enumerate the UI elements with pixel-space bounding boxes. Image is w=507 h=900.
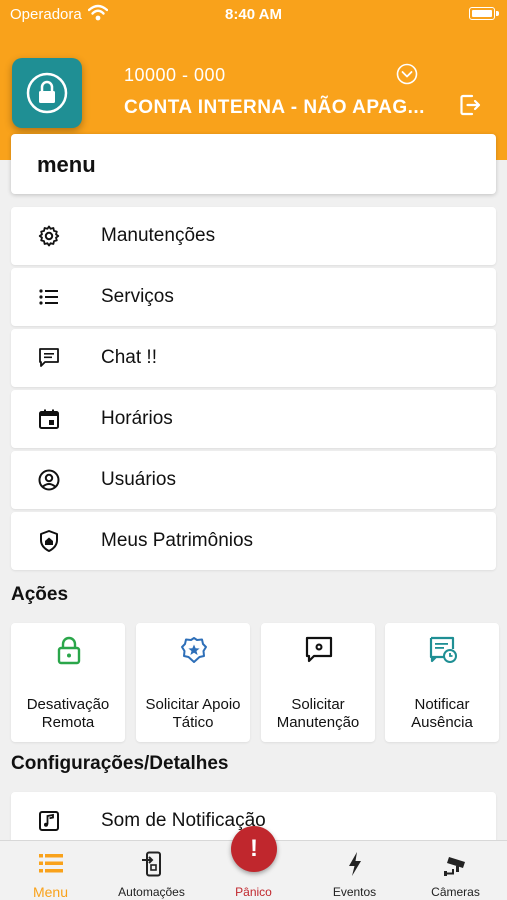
action-label: Desativação Remota <box>26 696 110 731</box>
account-name: CONTA INTERNA - NÃO APAG... <box>124 97 425 118</box>
menu-item-label: Horários <box>101 408 173 429</box>
chat-icon <box>39 348 59 367</box>
tab-label: Menu <box>32 884 69 900</box>
shield-home-icon <box>40 530 58 552</box>
action-notificar-ausencia[interactable]: Notificar Ausência <box>385 623 499 742</box>
menu-icon <box>39 854 63 873</box>
police-badge-icon <box>181 637 207 663</box>
camera-icon <box>444 857 465 876</box>
tab-menu[interactable]: Menu <box>0 841 101 900</box>
clock: 8:40 AM <box>225 6 282 23</box>
menu-item-label: Usuários <box>101 469 176 490</box>
logout-icon[interactable] <box>458 93 482 117</box>
lock-tile[interactable] <box>12 58 82 128</box>
chevron-down-icon[interactable] <box>396 63 418 85</box>
battery-icon <box>469 7 495 20</box>
menu-item-meus-patrimonios[interactable]: Meus Patrimônios <box>11 512 496 570</box>
gear-icon <box>38 225 60 247</box>
action-solicitar-apoio-tatico[interactable]: Solicitar Apoio Tático <box>136 623 250 742</box>
config-section-title: Configurações/Detalhes <box>11 753 229 774</box>
bolt-icon <box>349 852 361 876</box>
menu-title-card: menu <box>11 134 496 194</box>
action-label: Solicitar Manutenção <box>276 696 360 731</box>
calendar-icon <box>39 409 59 429</box>
status-bar: Operadora 8:40 AM <box>0 0 507 28</box>
notify-clock-icon <box>429 636 457 663</box>
action-solicitar-manutencao[interactable]: Solicitar Manutenção <box>261 623 375 742</box>
panic-icon: ! <box>250 835 258 862</box>
menu-item-servicos[interactable]: Serviços <box>11 268 496 326</box>
user-circle-icon <box>38 469 60 491</box>
menu-item-manutencoes[interactable]: Manutenções <box>11 207 496 265</box>
menu-item-label: Serviços <box>101 286 174 307</box>
list-icon <box>39 289 58 305</box>
phone-automation-icon <box>142 851 161 877</box>
tab-label: Eventos <box>332 885 377 899</box>
menu-title: menu <box>37 152 96 177</box>
tab-label: Câmeras <box>431 885 480 899</box>
panic-button[interactable]: ! <box>231 826 277 872</box>
menu-item-label: Chat !! <box>101 347 157 368</box>
action-desativacao-remota[interactable]: Desativação Remota <box>11 623 125 742</box>
lock-icon <box>26 72 68 114</box>
music-note-icon <box>39 811 59 831</box>
menu-item-usuarios[interactable]: Usuários <box>11 451 496 509</box>
menu-item-horarios[interactable]: Horários <box>11 390 496 448</box>
tab-label: Automações <box>118 885 185 899</box>
tab-label: Pânico <box>235 885 272 899</box>
tab-automacoes[interactable]: Automações <box>101 841 202 900</box>
menu-item-label: Meus Patrimônios <box>101 530 254 551</box>
unlock-icon <box>57 636 81 665</box>
tab-eventos[interactable]: Eventos <box>304 841 405 900</box>
action-label: Solicitar Apoio Tático <box>145 696 241 731</box>
account-number: 10000 - 000 <box>124 65 226 85</box>
tab-cameras[interactable]: Câmeras <box>405 841 506 900</box>
battery-tip <box>496 11 499 16</box>
menu-item-chat[interactable]: Chat !! <box>11 329 496 387</box>
menu-item-label: Manutenções <box>101 225 216 246</box>
maintenance-chat-icon <box>305 636 333 663</box>
action-label: Notificar Ausência <box>411 696 473 731</box>
actions-section-title: Ações <box>11 584 69 605</box>
